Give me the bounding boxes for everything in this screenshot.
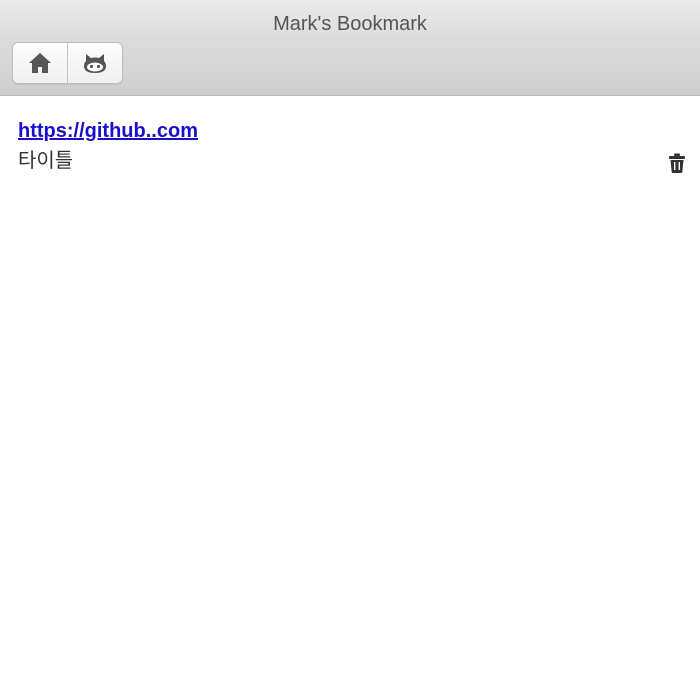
bookmark-title: 타이틀 <box>18 150 74 172</box>
list-item: https://github..com 타이틀 <box>18 118 688 174</box>
delete-button[interactable] <box>666 152 688 174</box>
home-icon <box>29 53 51 73</box>
bookmark-url-link[interactable]: https://github..com <box>18 118 688 144</box>
trash-icon <box>669 153 685 173</box>
github-icon <box>84 54 106 73</box>
github-button[interactable] <box>67 43 122 83</box>
home-button[interactable] <box>13 43 67 83</box>
header-button-group <box>12 42 123 84</box>
app-header: Mark's Bookmark <box>0 0 700 96</box>
bookmark-list: https://github..com 타이틀 <box>0 96 700 700</box>
page-title: Mark's Bookmark <box>273 13 427 35</box>
